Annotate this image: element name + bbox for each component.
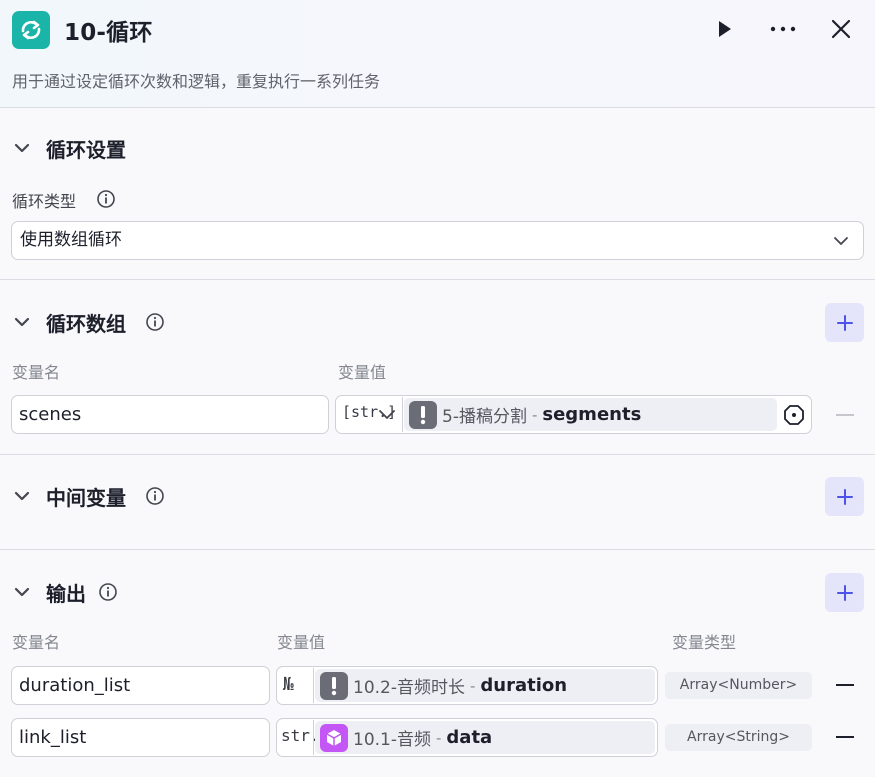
type-number-badge: № <box>283 674 294 695</box>
close-icon <box>831 19 851 39</box>
column-header-name: 变量名 <box>12 633 61 652</box>
add-loop-array-button[interactable] <box>825 303 864 342</box>
column-header-type: 变量类型 <box>672 633 737 652</box>
reference-separator: - <box>436 728 442 747</box>
chevron-down-icon[interactable] <box>13 583 31 601</box>
variable-reference-chip[interactable]: 10.1-音频 - data <box>315 721 655 754</box>
info-icon[interactable] <box>96 189 116 209</box>
chevron-down-icon <box>834 237 848 245</box>
chevron-down-icon[interactable] <box>378 408 396 422</box>
chevron-down-icon[interactable] <box>13 313 31 331</box>
plus-icon <box>836 488 853 505</box>
divider <box>313 720 314 755</box>
run-button[interactable] <box>708 13 740 45</box>
section-title-loop-array: 循环数组 <box>46 312 126 336</box>
output-value-field[interactable]: str. 10.1-音频 - data <box>276 718 658 757</box>
loop-type-label: 循环类型 <box>12 192 77 211</box>
output-name-input[interactable]: duration_list <box>11 666 270 705</box>
loop-node-panel: 10-循环 用于通过设定循环次数和逻辑，重复执行一系列任务 循环设置 循环类型 … <box>0 0 875 777</box>
divider <box>0 279 875 280</box>
more-icon <box>770 26 796 32</box>
info-icon[interactable] <box>145 486 165 506</box>
reference-separator: - <box>470 676 476 695</box>
divider <box>313 668 314 703</box>
cube-icon <box>320 723 348 752</box>
variable-reference-chip[interactable]: 5-播稿分割 - segments <box>404 398 777 431</box>
info-icon[interactable] <box>145 312 165 332</box>
more-button[interactable] <box>767 13 799 45</box>
remove-row-button[interactable] <box>836 736 854 738</box>
variable-value-field[interactable]: [str.] 5-播稿分割 - segments <box>335 395 812 434</box>
node-description: 用于通过设定循环次数和逻辑，重复执行一系列任务 <box>12 72 381 91</box>
reference-node-name: 10.1-音频 <box>353 730 431 750</box>
warning-icon <box>409 400 437 429</box>
variable-reference-chip[interactable]: 10.2-音频时长 - duration <box>315 669 655 702</box>
add-output-button[interactable] <box>825 573 864 612</box>
column-header-name: 变量名 <box>12 363 61 382</box>
loop-type-value: 使用数组循环 <box>20 230 122 250</box>
info-icon[interactable] <box>98 582 118 602</box>
chevron-down-icon[interactable] <box>13 487 31 505</box>
column-header-value: 变量值 <box>277 633 326 652</box>
variable-type-badge: Array<String> <box>665 724 812 751</box>
node-title[interactable]: 10-循环 <box>64 13 153 47</box>
divider <box>0 454 875 455</box>
plus-icon <box>836 584 853 601</box>
chevron-down-icon[interactable] <box>13 139 31 157</box>
divider <box>402 397 403 432</box>
reference-separator: - <box>531 405 538 424</box>
reference-field-name: segments <box>542 404 642 425</box>
remove-row-button[interactable] <box>836 684 854 686</box>
variable-name-input[interactable]: scenes <box>11 395 329 434</box>
section-title-output: 输出 <box>46 582 86 606</box>
reference-node-name: 10.2-音频时长 <box>353 678 465 698</box>
reference-field-name: data <box>446 727 493 748</box>
remove-row-button[interactable] <box>836 414 854 416</box>
loop-icon <box>12 11 50 49</box>
column-header-value: 变量值 <box>338 363 387 382</box>
plus-icon <box>836 314 853 331</box>
output-value-field[interactable]: № 10.2-音频时长 - duration <box>276 666 658 705</box>
add-middle-var-button[interactable] <box>825 477 864 516</box>
reference-node-name: 5-播稿分割 <box>442 407 527 427</box>
loop-type-select[interactable]: 使用数组循环 <box>11 221 864 260</box>
section-title-loop-settings: 循环设置 <box>46 138 126 162</box>
reference-field-name: duration <box>480 675 568 696</box>
output-name-input[interactable]: link_list <box>11 718 270 757</box>
section-title-middle-vars: 中间变量 <box>46 486 126 510</box>
divider <box>0 549 875 550</box>
variable-type-badge: Array<Number> <box>665 672 812 699</box>
variable-picker-icon[interactable] <box>783 404 805 426</box>
play-icon <box>719 21 731 37</box>
close-button[interactable] <box>825 13 857 45</box>
warning-icon <box>320 671 348 700</box>
